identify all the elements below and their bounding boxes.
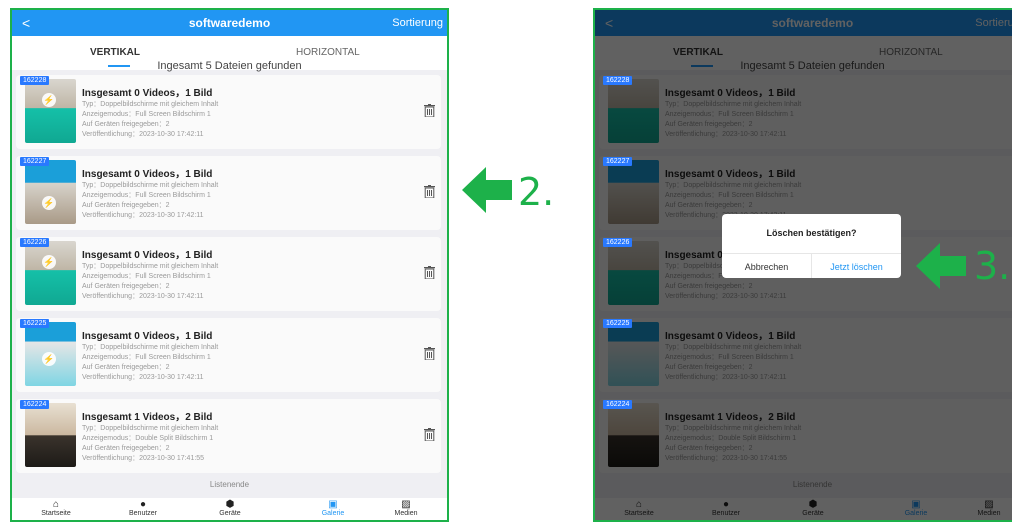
- plug-icon: ⚡: [42, 196, 56, 210]
- card-shared: Auf Geräten freigegeben：2: [82, 121, 170, 128]
- card-published: Veröffentlichung：2023-10-30 17:42:11: [82, 293, 204, 300]
- trash-icon[interactable]: [424, 266, 435, 279]
- card-mode: Anzeigemodus：Double Split Bildschirm 1: [82, 435, 214, 442]
- media-icon: ▨: [401, 499, 411, 510]
- card-thumbnail: ⚡: [25, 241, 76, 305]
- card-shared: Auf Geräten freigegeben：2: [82, 202, 170, 209]
- nav-item-galerie[interactable]: ▣Galerie: [303, 499, 363, 517]
- card-title: Insgesamt 0 Videos，1 Bild: [82, 331, 213, 342]
- app-title: softwaredemo: [188, 16, 271, 30]
- card-thumbnail: ⚡: [25, 322, 76, 386]
- nav-item-benutzer[interactable]: ●Benutzer: [113, 499, 173, 517]
- gallery-list: 162228 ⚡ Insgesamt 0 Videos，1 Bild Typ：D…: [16, 75, 441, 480]
- card-shared: Auf Geräten freigegeben：2: [82, 364, 170, 371]
- card-id-badge: 162226: [20, 238, 50, 247]
- card-id-badge: 162224: [20, 400, 50, 409]
- tab-horizontal[interactable]: HORIZONTAL: [296, 47, 360, 58]
- file-count: Ingesamt 5 Dateien gefunden: [157, 60, 302, 72]
- gallery-card[interactable]: 162225 ⚡ Insgesamt 0 Videos，1 Bild Typ：D…: [16, 318, 441, 392]
- card-published: Veröffentlichung：2023-10-30 17:42:11: [82, 374, 204, 381]
- step-2-label: 2.: [518, 170, 555, 214]
- card-mode: Anzeigemodus：Full Screen Bildschirm 1: [82, 111, 211, 118]
- card-id-badge: 162224: [603, 400, 633, 409]
- list-end-label: Listenende: [209, 480, 250, 489]
- card-thumbnail: ⚡: [25, 160, 76, 224]
- card-title: Insgesamt 0 Videos，1 Bild: [82, 250, 213, 261]
- plug-icon: ⚡: [42, 93, 56, 107]
- card-published: Veröffentlichung：2023-10-30 17:42:11: [82, 131, 204, 138]
- user-icon: ●: [139, 499, 147, 510]
- trash-icon[interactable]: [424, 104, 435, 117]
- card-id-badge: 162228: [603, 76, 633, 85]
- gallery-icon: ▣: [328, 499, 338, 510]
- app-screen-gallery: < softwaredemo Sortierung VERTIKAL HORIZ…: [10, 8, 449, 522]
- top-bar: < softwaredemo Sortierung: [12, 10, 447, 36]
- card-mode: Anzeigemodus：Full Screen Bildschirm 1: [82, 354, 211, 361]
- gallery-card[interactable]: 162224 Insgesamt 1 Videos，2 Bild Typ：Dop…: [16, 399, 441, 473]
- gallery-card[interactable]: 162227 ⚡ Insgesamt 0 Videos，1 Bild Typ：D…: [16, 156, 441, 230]
- card-id-badge: 162228: [20, 76, 50, 85]
- home-icon: ⌂: [52, 499, 60, 510]
- card-title: Insgesamt 1 Videos，2 Bild: [82, 412, 213, 423]
- card-id-badge: 162225: [603, 319, 633, 328]
- bottom-nav: ⌂Startseite ●Benutzer ⬢Geräte ▣Galerie ▨…: [12, 498, 447, 520]
- card-published: Veröffentlichung：2023-10-30 17:42:11: [82, 212, 204, 219]
- tab-vertical[interactable]: VERTIKAL: [90, 47, 140, 58]
- card-type: Typ：Doppelbildschirme mit gleichem Inhal…: [82, 263, 219, 270]
- card-id-badge: 162227: [603, 157, 633, 166]
- nav-item-medien[interactable]: ▨Medien: [376, 499, 436, 517]
- card-id-badge: 162225: [20, 319, 50, 328]
- trash-icon[interactable]: [424, 428, 435, 441]
- plug-icon: ⚡: [42, 352, 56, 366]
- card-type: Typ：Doppelbildschirme mit gleichem Inhal…: [82, 344, 219, 351]
- card-id-badge: 162226: [603, 238, 633, 247]
- plug-icon: ⚡: [42, 255, 56, 269]
- confirm-delete-button[interactable]: Jetzt löschen: [812, 262, 901, 272]
- trash-icon[interactable]: [424, 347, 435, 360]
- step-3-label: 3.: [974, 244, 1011, 288]
- cancel-button[interactable]: Abbrechen: [722, 262, 811, 272]
- step-3-arrow: [916, 243, 966, 289]
- nav-item-startseite[interactable]: ⌂Startseite: [26, 499, 86, 517]
- card-shared: Auf Geräten freigegeben：2: [82, 283, 170, 290]
- gallery-card[interactable]: 162228 ⚡ Insgesamt 0 Videos，1 Bild Typ：D…: [16, 75, 441, 149]
- trash-icon[interactable]: [424, 185, 435, 198]
- card-mode: Anzeigemodus：Full Screen Bildschirm 1: [82, 273, 211, 280]
- card-mode: Anzeigemodus：Full Screen Bildschirm 1: [82, 192, 211, 199]
- card-thumbnail: [25, 403, 76, 467]
- device-icon: ⬢: [225, 499, 235, 510]
- card-type: Typ：Doppelbildschirme mit gleichem Inhal…: [82, 425, 219, 432]
- gallery-card[interactable]: 162226 ⚡ Insgesamt 0 Videos，1 Bild Typ：D…: [16, 237, 441, 311]
- sort-button[interactable]: Sortierung: [392, 17, 443, 29]
- card-id-badge: 162227: [20, 157, 50, 166]
- card-thumbnail: ⚡: [25, 79, 76, 143]
- delete-confirm-dialog: Löschen bestätigen? Abbrechen Jetzt lösc…: [722, 214, 901, 278]
- dialog-title: Löschen bestätigen?: [766, 228, 857, 238]
- card-published: Veröffentlichung：2023-10-30 17:41:55: [82, 455, 205, 462]
- step-2-arrow: [462, 167, 512, 213]
- nav-item-geraete[interactable]: ⬢Geräte: [200, 499, 260, 517]
- card-title: Insgesamt 0 Videos，1 Bild: [82, 169, 213, 180]
- card-title: Insgesamt 0 Videos，1 Bild: [82, 88, 213, 99]
- card-type: Typ：Doppelbildschirme mit gleichem Inhal…: [82, 182, 219, 189]
- card-type: Typ：Doppelbildschirme mit gleichem Inhal…: [82, 101, 219, 108]
- card-shared: Auf Geräten freigegeben：2: [82, 445, 170, 452]
